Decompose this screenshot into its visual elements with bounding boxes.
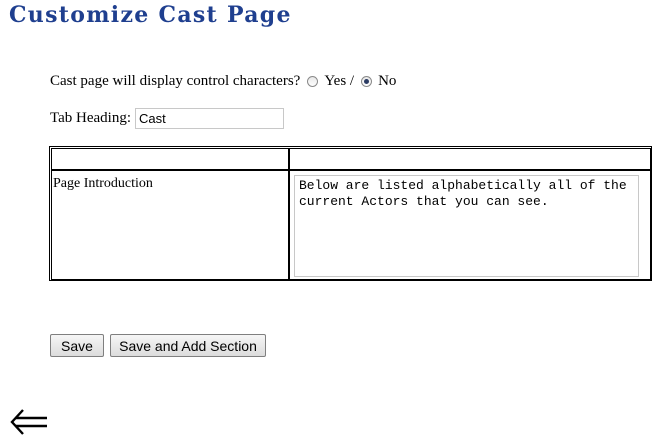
page-title: Customize Cast Page xyxy=(9,2,292,28)
display-control-label: Cast page will display control character… xyxy=(50,73,301,89)
page-introduction-label: Page Introduction xyxy=(51,170,289,280)
back-arrow-icon[interactable] xyxy=(9,405,49,439)
save-and-add-section-button[interactable]: Save and Add Section xyxy=(110,334,266,357)
page-introduction-textarea[interactable]: Below are listed alphabetically all of t… xyxy=(294,175,639,277)
radio-yes-label: Yes / xyxy=(324,73,355,89)
radio-no[interactable] xyxy=(361,76,373,87)
page-introduction-cell: Below are listed alphabetically all of t… xyxy=(289,170,651,280)
content-table: Page Introduction Below are listed alpha… xyxy=(49,146,652,281)
radio-no-label: No xyxy=(378,73,397,89)
save-button[interactable]: Save xyxy=(50,334,104,357)
tab-heading-row: Tab Heading: xyxy=(50,108,285,129)
radio-yes[interactable] xyxy=(307,76,319,87)
table-header-cell xyxy=(51,148,289,170)
display-control-row: Cast page will display control character… xyxy=(50,73,396,90)
tab-heading-label: Tab Heading: xyxy=(50,110,132,126)
table-header-cell xyxy=(289,148,651,170)
tab-heading-input[interactable] xyxy=(135,108,285,129)
